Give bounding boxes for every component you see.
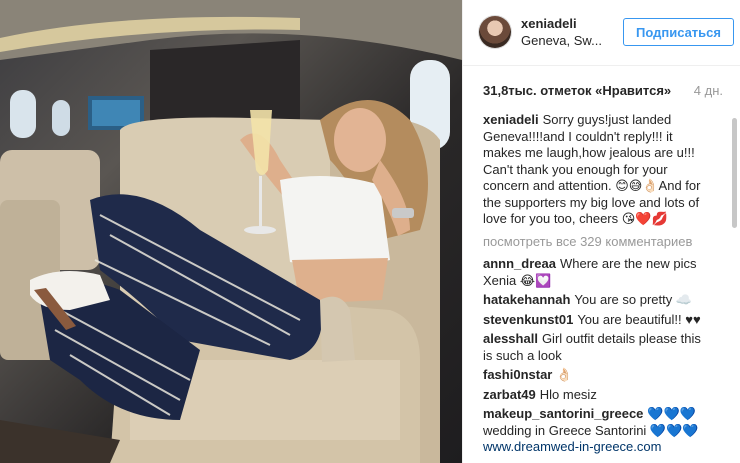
post-photo[interactable] xyxy=(0,0,462,463)
comment-text: You are so pretty ☁️ xyxy=(574,292,693,307)
comment-username[interactable]: makeup_santorini_greece xyxy=(483,406,643,421)
post-details-panel: xeniadeli Geneva, Sw... Подписаться 31,8… xyxy=(462,0,740,463)
comment-username[interactable]: zarbat49 xyxy=(483,387,536,402)
comment-username[interactable]: stevenkunst01 xyxy=(483,312,573,327)
comments-scrollbar[interactable] xyxy=(732,118,737,228)
follow-button[interactable]: Подписаться xyxy=(623,18,734,46)
jet-cabin-image xyxy=(0,0,462,463)
caption-username[interactable]: xeniadeli xyxy=(483,112,539,127)
comment-username[interactable]: hatakehannah xyxy=(483,292,570,307)
comments-list[interactable]: xeniadeli Sorry guys!just landed Geneva!!… xyxy=(483,112,711,463)
comment-username[interactable]: fashi0nstar xyxy=(483,367,552,382)
post-time[interactable]: 4 дн. xyxy=(694,83,723,98)
comment-item: annn_dreaa Where are the new pics Xenia 😂… xyxy=(483,256,711,289)
comment-link[interactable]: www.dreamwed-in-greece.com xyxy=(483,439,661,454)
avatar[interactable] xyxy=(479,16,511,48)
comment-item: stevenkunst01 You are beautiful!! ♥♥ xyxy=(483,312,711,329)
comment-text: 👌🏻 xyxy=(556,367,573,382)
likes-row: 31,8тыс. отметок «Нравится» 4 дн. xyxy=(483,80,723,100)
comment-username[interactable]: annn_dreaa xyxy=(483,256,556,271)
post-header: xeniadeli Geneva, Sw... Подписаться xyxy=(463,0,740,66)
likes-count[interactable]: 31,8тыс. отметок «Нравится» xyxy=(483,83,671,98)
view-all-comments-link[interactable]: посмотреть все 329 комментариев xyxy=(483,234,711,251)
instagram-post-view: xeniadeli Geneva, Sw... Подписаться 31,8… xyxy=(0,0,740,463)
comment-item: makeup_santorini_greece 💙💙💙 wedding in Gr… xyxy=(483,406,711,456)
comment-username[interactable]: alesshall xyxy=(483,331,538,346)
caption: xeniadeli Sorry guys!just landed Geneva!!… xyxy=(483,112,711,228)
location-link[interactable]: Geneva, Sw... xyxy=(521,32,621,50)
comment-item: alesshall Girl outfit details please this… xyxy=(483,331,711,364)
caption-text: Sorry guys!just landed Geneva!!!!and I c… xyxy=(483,112,701,226)
comment-text: Hlo mesiz xyxy=(539,386,597,402)
username-link[interactable]: xeniadeli xyxy=(521,16,621,32)
user-block: xeniadeli Geneva, Sw... xyxy=(521,16,621,50)
comment-text: You are beautiful!! ♥♥ xyxy=(577,311,701,327)
comment-item: hatakehannah You are so pretty ☁️ xyxy=(483,292,711,309)
comment-item: zarbat49 Hlo mesiz xyxy=(483,387,711,404)
comment-item: fashi0nstar 👌🏻 xyxy=(483,367,711,384)
